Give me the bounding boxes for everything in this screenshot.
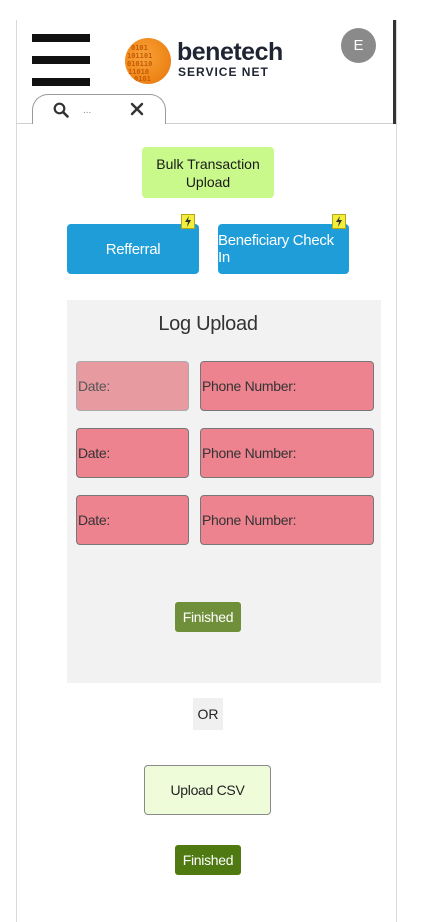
phone-number-field[interactable]: Phone Number: [200,495,374,545]
log-finished-button[interactable]: Finished [175,602,241,632]
date-field[interactable]: Date: [76,428,189,478]
date-field[interactable]: Date: [76,361,189,411]
or-divider-label: OR [193,698,223,730]
beneficiary-check-in-button[interactable]: Beneficiary Check In [218,224,349,274]
csv-finished-button[interactable]: Finished [175,845,241,875]
hamburger-menu-icon[interactable] [32,34,90,86]
phone-number-field[interactable]: Phone Number: [200,428,374,478]
brand-logo[interactable]: 0101 101101 010110 11010 0101 benetech S… [125,38,285,86]
brand-tagline: SERVICE NET [178,65,269,79]
search-input[interactable] [83,101,123,119]
svg-text:010110: 010110 [127,60,152,68]
bulk-transaction-upload-button[interactable]: Bulk Transaction Upload [142,147,274,198]
close-icon[interactable] [129,101,145,117]
search-icon[interactable] [53,102,69,118]
brand-name: benetech [177,38,283,66]
upload-csv-button[interactable]: Upload CSV [144,765,271,815]
search-bar [32,94,166,124]
header-divider [393,20,396,124]
svg-text:101101: 101101 [127,52,152,60]
svg-text:0101: 0101 [131,44,148,52]
referral-button[interactable]: Refferral [67,224,199,274]
phone-number-field[interactable]: Phone Number: [200,361,374,411]
user-avatar[interactable]: E [341,28,376,63]
date-field[interactable]: Date: [76,495,189,545]
log-upload-title: Log Upload [158,313,258,335]
svg-text:0101: 0101 [134,75,151,83]
lightning-bolt-icon [181,214,195,229]
globe-logo-icon: 0101 101101 010110 11010 0101 [125,38,171,84]
lightning-bolt-icon [332,214,346,229]
